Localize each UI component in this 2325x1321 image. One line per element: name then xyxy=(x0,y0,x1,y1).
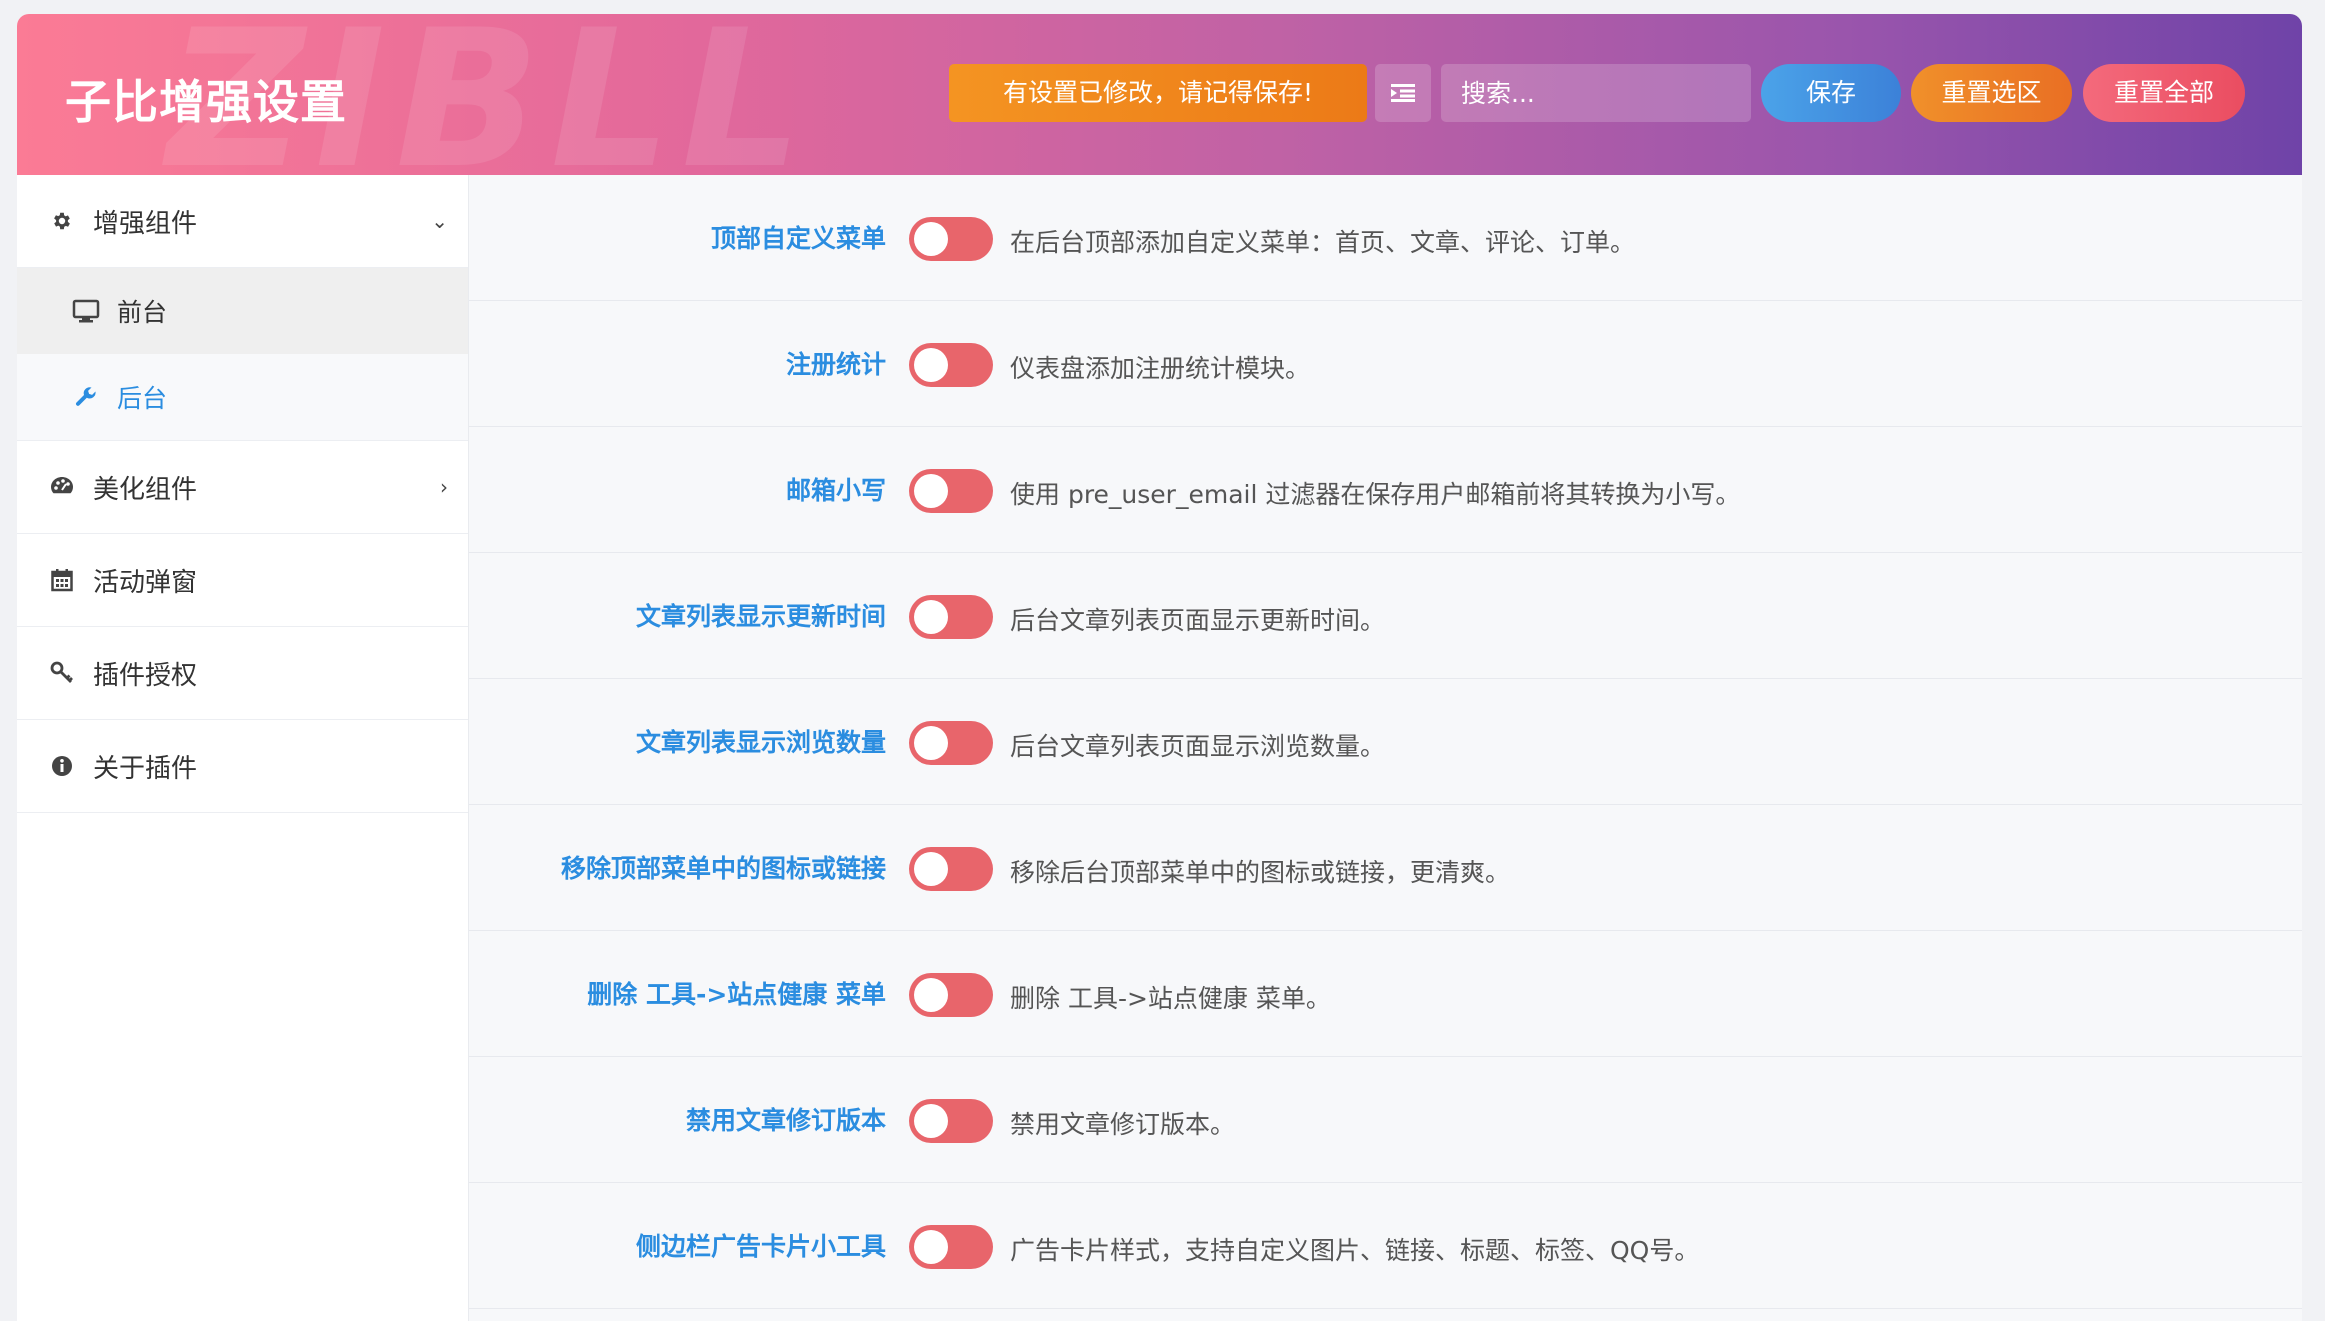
sidebar-item-label: 后台 xyxy=(117,384,168,413)
list-indent-icon xyxy=(1391,84,1415,102)
toggle-switch[interactable] xyxy=(909,343,993,387)
toggle-knob xyxy=(914,1104,948,1138)
toggle-knob xyxy=(914,348,948,382)
setting-label: 文章列表显示浏览数量 xyxy=(635,728,886,757)
setting-row-email-lowercase: 邮箱小写 使用 pre_user_email 过滤器在保存用户邮箱前将其转换为小… xyxy=(469,427,2302,553)
sidebar-item-backend[interactable]: 后台 xyxy=(17,354,468,440)
settings-list: 顶部自定义菜单 在后台顶部添加自定义菜单：首页、文章、评论、订单。 注册统计 仪… xyxy=(469,175,2302,1321)
setting-label: 侧边栏广告卡片小工具 xyxy=(635,1232,886,1261)
setting-row-ad-card-widget: 侧边栏广告卡片小工具 广告卡片样式，支持自定义图片、链接、标题、标签、QQ号。 xyxy=(469,1183,2302,1309)
setting-label: 邮箱小写 xyxy=(785,476,886,505)
sidebar-item-label: 前台 xyxy=(117,298,168,327)
setting-description: 仪表盘添加注册统计模块。 xyxy=(1010,354,1311,383)
setting-label: 禁用文章修订版本 xyxy=(685,1106,886,1135)
setting-label: 移除顶部菜单中的图标或链接 xyxy=(560,854,886,883)
setting-row-remove-site-health: 删除 工具->站点健康 菜单 删除 工具->站点健康 菜单。 xyxy=(469,931,2302,1057)
sidebar-item-popup[interactable]: 活动弹窗 xyxy=(17,534,468,627)
unsaved-notice: 有设置已修改，请记得保存! xyxy=(949,64,1367,122)
sidebar-item-frontend[interactable]: 前台 xyxy=(17,268,468,354)
search-input[interactable] xyxy=(1441,64,1751,122)
sidebar-item-label: 插件授权 xyxy=(93,660,198,691)
setting-label: 文章列表显示更新时间 xyxy=(635,602,886,631)
setting-label: 注册统计 xyxy=(785,350,886,379)
toggle-switch[interactable] xyxy=(909,721,993,765)
chevron-right-icon: › xyxy=(440,475,448,499)
setting-description: 禁用文章修订版本。 xyxy=(1010,1110,1236,1139)
setting-description: 使用 pre_user_email 过滤器在保存用户邮箱前将其转换为小写。 xyxy=(1010,480,1741,509)
info-icon xyxy=(49,753,75,779)
reset-section-button[interactable]: 重置选区 xyxy=(1911,64,2072,122)
setting-description: 后台文章列表页面显示浏览数量。 xyxy=(1010,732,1386,761)
toggle-knob xyxy=(914,978,948,1012)
toggle-knob xyxy=(914,474,948,508)
save-button[interactable]: 保存 xyxy=(1761,64,1901,122)
calendar-icon xyxy=(49,567,75,593)
sidebar-item-label: 活动弹窗 xyxy=(93,567,198,598)
toggle-knob xyxy=(914,726,948,760)
setting-description: 移除后台顶部菜单中的图标或链接，更清爽。 xyxy=(1010,858,1511,887)
setting-row-list-update-time: 文章列表显示更新时间 后台文章列表页面显示更新时间。 xyxy=(469,553,2302,679)
toggle-switch[interactable] xyxy=(909,847,993,891)
setting-label: 删除 工具->站点健康 菜单 xyxy=(587,980,886,1009)
page-title: 子比增强设置 xyxy=(65,75,347,129)
chevron-down-icon: ⌄ xyxy=(431,209,448,233)
toggle-knob xyxy=(914,1230,948,1264)
header: ZIBLL 子比增强设置 有设置已修改，请记得保存! 保存 重置选区 重置全部 xyxy=(17,14,2302,175)
setting-row-remove-top-icons: 移除顶部菜单中的图标或链接 移除后台顶部菜单中的图标或链接，更清爽。 xyxy=(469,805,2302,931)
setting-row-disable-revisions: 禁用文章修订版本 禁用文章修订版本。 xyxy=(469,1057,2302,1183)
setting-description: 广告卡片样式，支持自定义图片、链接、标题、标签、QQ号。 xyxy=(1010,1236,1700,1265)
setting-row-top-menu: 顶部自定义菜单 在后台顶部添加自定义菜单：首页、文章、评论、订单。 xyxy=(469,175,2302,301)
toggle-switch[interactable] xyxy=(909,973,993,1017)
reset-all-button[interactable]: 重置全部 xyxy=(2083,64,2245,122)
toggle-knob xyxy=(914,600,948,634)
toggle-switch[interactable] xyxy=(909,1225,993,1269)
toggle-knob xyxy=(914,222,948,256)
toggle-switch[interactable] xyxy=(909,469,993,513)
sidebar-submenu: 前台 后台 xyxy=(17,268,468,441)
setting-row-register-stats: 注册统计 仪表盘添加注册统计模块。 xyxy=(469,301,2302,427)
wrench-icon xyxy=(71,384,101,410)
sidebar-item-beautify[interactable]: 美化组件 › xyxy=(17,441,468,534)
setting-description: 删除 工具->站点健康 菜单。 xyxy=(1010,984,1331,1013)
gear-icon xyxy=(49,208,75,234)
sidebar-item-label: 关于插件 xyxy=(93,753,198,784)
settings-panel: ZIBLL 子比增强设置 有设置已修改，请记得保存! 保存 重置选区 重置全部 … xyxy=(17,14,2302,1321)
setting-description: 在后台顶部添加自定义菜单：首页、文章、评论、订单。 xyxy=(1010,228,1636,257)
sidebar-item-license[interactable]: 插件授权 xyxy=(17,627,468,720)
sidebar-item-about[interactable]: 关于插件 xyxy=(17,720,468,813)
monitor-icon xyxy=(71,298,101,324)
setting-label: 顶部自定义菜单 xyxy=(710,224,886,253)
setting-row-list-views: 文章列表显示浏览数量 后台文章列表页面显示浏览数量。 xyxy=(469,679,2302,805)
expand-all-button[interactable] xyxy=(1375,64,1431,122)
sidebar-item-label: 美化组件 xyxy=(93,474,198,505)
palette-icon xyxy=(49,474,75,500)
toggle-switch[interactable] xyxy=(909,1099,993,1143)
toggle-knob xyxy=(914,852,948,886)
toggle-switch[interactable] xyxy=(909,217,993,261)
setting-description: 后台文章列表页面显示更新时间。 xyxy=(1010,606,1386,635)
key-icon xyxy=(49,660,75,686)
toggle-switch[interactable] xyxy=(909,595,993,639)
sidebar-item-label: 增强组件 xyxy=(93,208,198,239)
sidebar-item-enhance[interactable]: 增强组件 ⌄ xyxy=(17,175,468,268)
sidebar: 增强组件 ⌄ 前台 后台 美化组件 › 活动弹窗 插件授权 关于插件 xyxy=(17,175,469,1321)
